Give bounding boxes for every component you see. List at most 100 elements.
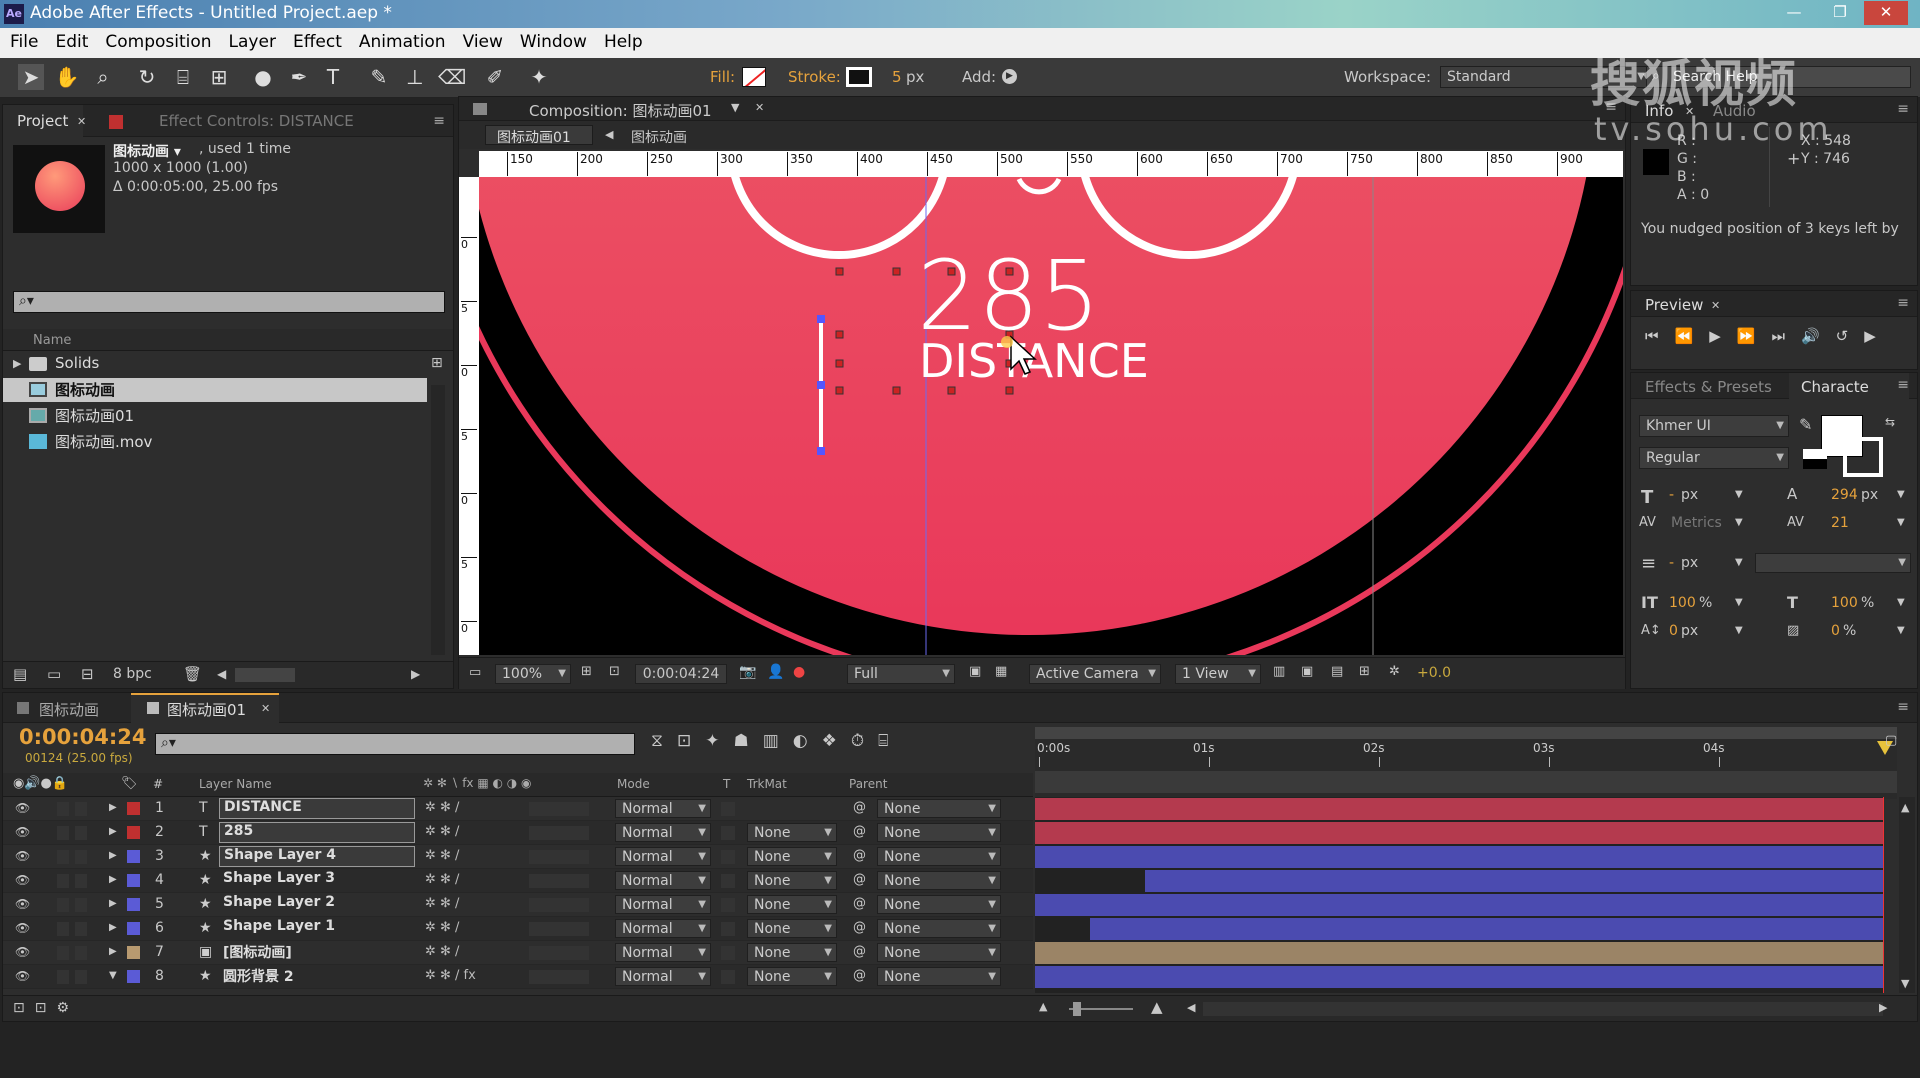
layer-row[interactable]: 👁 ▶ 6 ★ Shape Layer 1 ✲ ✻ ∕ Normal None … [3, 917, 1033, 941]
snapshot-icon[interactable]: 📷 [739, 664, 756, 680]
layer-switch-boxes[interactable] [529, 898, 589, 912]
always-preview-icon[interactable]: ▭ [469, 665, 481, 680]
last-frame-icon[interactable]: ⏭ [1771, 327, 1801, 345]
layer-duration-bar[interactable] [1035, 798, 1883, 820]
menu-effect[interactable]: Effect [283, 28, 349, 52]
label-color-swatch[interactable] [127, 826, 140, 839]
default-colors-icon[interactable] [1803, 449, 1827, 469]
time-navigator[interactable] [1035, 771, 1897, 793]
label-color-swatch[interactable] [127, 898, 140, 911]
pick-whip-icon[interactable]: @ [853, 824, 866, 839]
lock-toggle[interactable] [75, 922, 87, 936]
project-item-comp-2[interactable]: 图标动画01 [55, 405, 134, 426]
brainstorm-icon[interactable]: ❖ [822, 731, 851, 751]
font-family-dropdown[interactable]: Khmer UI [1639, 415, 1789, 437]
lock-toggle[interactable] [75, 874, 87, 888]
trash-icon[interactable]: 🗑 [183, 665, 202, 683]
breadcrumb-current[interactable]: 图标动画01 [497, 127, 571, 147]
layer-mode-dropdown[interactable]: Normal [615, 871, 711, 890]
layer-parent-dropdown[interactable]: None [877, 799, 1001, 818]
tsume-dropdown-icon[interactable]: ▼ [1897, 625, 1905, 636]
menu-composition[interactable]: Composition [95, 28, 218, 52]
zoom-slider-thumb[interactable] [1073, 1002, 1081, 1016]
pick-whip-icon[interactable]: @ [853, 872, 866, 887]
font-style-dropdown[interactable]: Regular [1639, 447, 1789, 469]
flowchart-icon[interactable]: ⊞ [431, 355, 443, 371]
leading-dropdown-icon[interactable]: ▼ [1897, 489, 1905, 500]
layer-duration-bar[interactable] [1145, 870, 1883, 892]
layer-switch-boxes[interactable] [529, 946, 589, 960]
vertical-scale-dropdown-icon[interactable]: ▼ [1735, 597, 1743, 608]
lock-toggle[interactable] [75, 898, 87, 912]
resolution-dropdown[interactable]: Full [847, 664, 955, 684]
layer-switches-icon[interactable]: ✲ ✻ ∕ [425, 944, 459, 959]
transparency-grid-icon[interactable]: ▦ [995, 664, 1007, 679]
column-name-header[interactable]: Name [33, 333, 71, 348]
audio-icon[interactable]: 🔊 [1801, 327, 1836, 345]
project-item-comp-1[interactable]: 图标动画 [55, 379, 115, 400]
label-color-swatch[interactable] [127, 922, 140, 935]
tsume-value[interactable]: 0 [1831, 623, 1840, 639]
layer-name[interactable]: 圆形背景 2 [219, 966, 415, 987]
preserve-transparency-toggle[interactable] [721, 898, 735, 912]
brush-tool-icon[interactable]: ✎ [366, 64, 392, 90]
timeline-icon[interactable]: ▤ [1331, 664, 1343, 679]
visibility-eye-icon[interactable]: 👁 [15, 945, 30, 959]
zoom-out-icon[interactable]: ▲ [1039, 1000, 1047, 1013]
roto-brush-tool-icon[interactable]: ✐ [482, 64, 508, 90]
layer-name[interactable]: Shape Layer 4 [219, 846, 415, 867]
pan-behind-tool-icon[interactable]: ⊞ [206, 64, 232, 90]
layer-duration-bar[interactable] [1035, 822, 1883, 844]
lock-icon[interactable] [473, 103, 487, 115]
layer-name[interactable]: [图标动画] [219, 942, 415, 963]
comp-viewer[interactable]: 285 DISTANCE [479, 177, 1623, 655]
expand-modes-icon[interactable]: ⊡ [35, 1000, 57, 1016]
close-tab-icon[interactable]: ✕ [261, 702, 270, 715]
layer-mode-dropdown[interactable]: Normal [615, 847, 711, 866]
preserve-transparency-toggle[interactable] [721, 874, 735, 888]
safe-zones-icon[interactable]: ⊞ [581, 664, 592, 679]
tab-timeline-1[interactable]: 图标动画 [39, 699, 99, 720]
new-comp-icon[interactable]: ⊟ [81, 665, 94, 683]
pen-tool-icon[interactable]: ✒ [286, 64, 312, 90]
expand-triangle-icon[interactable]: ▶ [109, 802, 117, 813]
expand-triangle-icon[interactable]: ▶ [109, 826, 117, 837]
expand-triangle-icon[interactable]: ▶ [109, 850, 117, 861]
magnification-dropdown[interactable]: 100% [495, 664, 571, 684]
layer-row[interactable]: 👁 ▼ 8 ★ 圆形背景 2 ✲ ✻ ∕ fx Normal None @ No… [3, 965, 1033, 989]
font-size-value[interactable]: - [1669, 487, 1674, 503]
layer-duration-bar[interactable] [1035, 966, 1883, 988]
preserve-transparency-toggle[interactable] [721, 922, 735, 936]
menu-window[interactable]: Window [510, 28, 594, 52]
layer-switch-boxes[interactable] [529, 922, 589, 936]
timeline-scroll-left-icon[interactable]: ◀ [1187, 1001, 1195, 1014]
layer-switches-icon[interactable]: ✲ ✻ ∕ [425, 872, 459, 887]
close-tab-icon[interactable]: ✕ [1711, 299, 1720, 312]
font-size-dropdown-icon[interactable]: ▼ [1735, 489, 1743, 500]
pick-whip-icon[interactable]: @ [853, 920, 866, 935]
leading-value[interactable]: 294 [1831, 487, 1858, 503]
swap-colors-icon[interactable]: ⇆ [1885, 415, 1895, 429]
interpret-footage-icon[interactable]: ▤ [13, 665, 27, 683]
puppet-tool-icon[interactable]: ✦ [526, 64, 552, 90]
scroll-left-icon[interactable]: ◀ [217, 667, 226, 681]
trkmat-header[interactable]: TrkMat [747, 777, 787, 791]
layer-row[interactable]: 👁 ▶ 1 T DISTANCE ✲ ✻ ∕ Normal @ None [3, 797, 1033, 821]
panel-menu-icon[interactable]: ≡ [433, 113, 445, 129]
close-tab-icon[interactable]: ✕ [77, 115, 86, 128]
lock-toggle[interactable] [75, 970, 87, 984]
layer-switch-boxes[interactable] [529, 850, 589, 864]
tab-timeline-2[interactable]: 图标动画01 [167, 699, 246, 720]
new-folder-icon[interactable]: ▭ [47, 665, 61, 683]
horizontal-scale-dropdown-icon[interactable]: ▼ [1897, 597, 1905, 608]
kerning-value[interactable]: Metrics [1671, 515, 1722, 531]
time-ruler[interactable]: 0:00s 01s 02s 03s 04s [1035, 727, 1897, 799]
stroke-width-value[interactable]: 5 [892, 68, 902, 86]
preserve-transparency-toggle[interactable] [721, 802, 735, 816]
lock-toggle[interactable] [75, 802, 87, 816]
mode-header[interactable]: Mode [617, 777, 650, 791]
tab-project[interactable]: Project [17, 112, 68, 130]
solo-toggle[interactable] [57, 802, 69, 816]
channel-icon[interactable]: ● [793, 664, 805, 680]
solo-toggle[interactable] [57, 898, 69, 912]
